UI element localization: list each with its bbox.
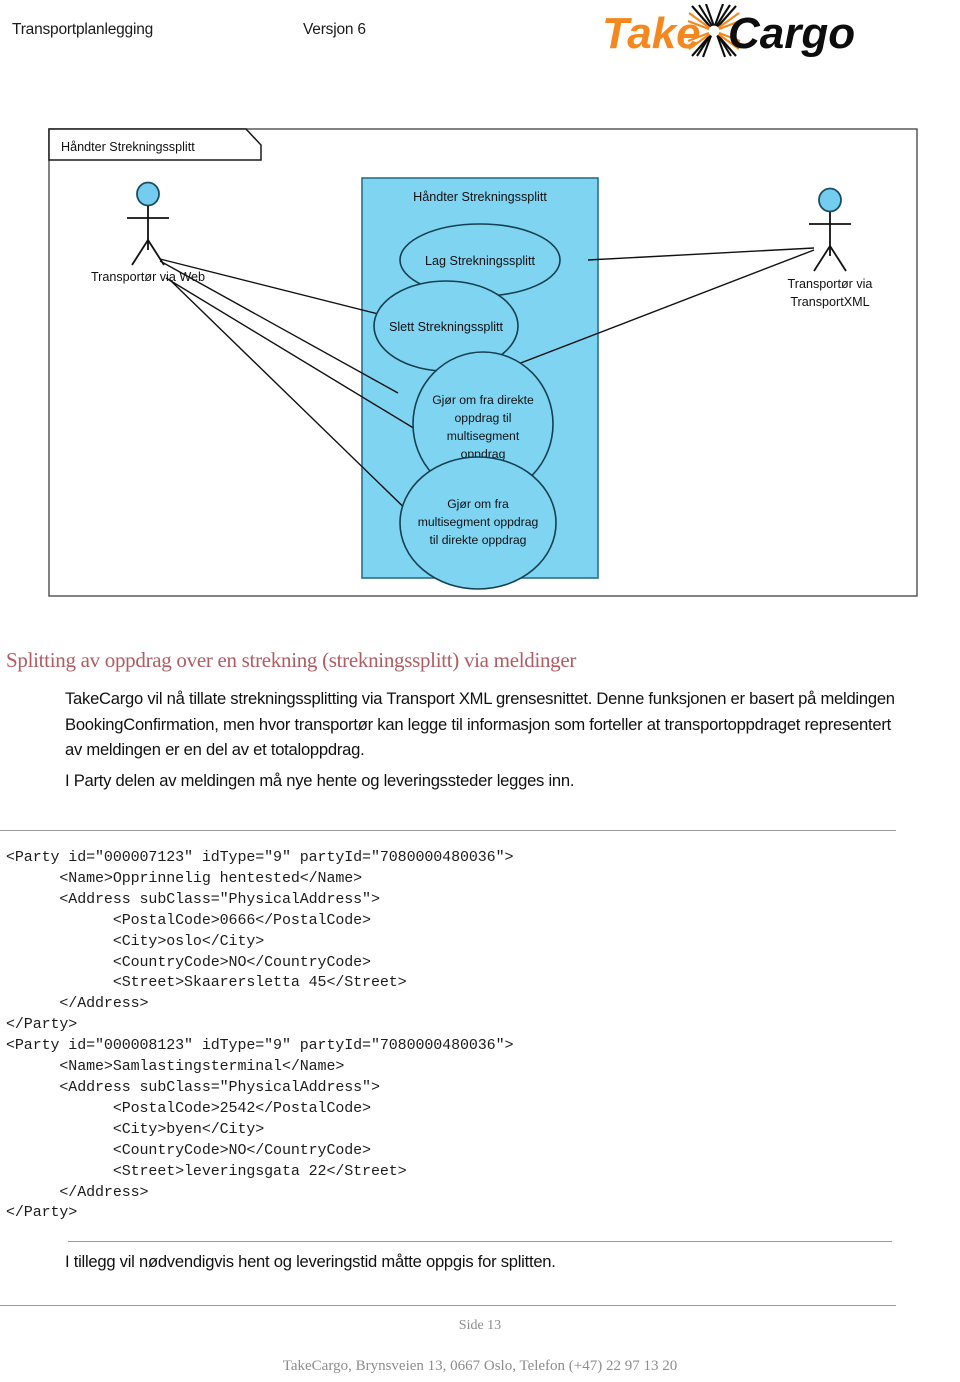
actor-xml-label-line2: TransportXML bbox=[790, 295, 869, 309]
svg-text:Gjør om fra direkte: Gjør om fra direkte bbox=[432, 393, 534, 407]
actor-xml-label-line1: Transportør via bbox=[788, 277, 873, 291]
section-heading: Splitting av oppdrag over en strekning (… bbox=[6, 648, 577, 672]
svg-text:oppdrag til: oppdrag til bbox=[455, 411, 512, 425]
logo-text-take: Take bbox=[602, 9, 701, 58]
paragraph-tillegg: I tillegg vil nødvendigvis hent og lever… bbox=[65, 1252, 556, 1271]
svg-text:Lag Strekningssplitt: Lag Strekningssplitt bbox=[425, 254, 535, 268]
xml-code-sample: <Party id="000007123" idType="9" partyId… bbox=[6, 849, 514, 1222]
svg-text:Gjør om fra: Gjør om fra bbox=[447, 497, 509, 511]
use-case-multisegment-til-direkte: Gjør om fra multisegment oppdrag til dir… bbox=[399, 456, 557, 590]
divider-above-code bbox=[0, 830, 896, 831]
svg-text:Slett Strekningssplitt: Slett Strekningssplitt bbox=[389, 320, 504, 334]
footer-page-number: Side 13 bbox=[458, 1318, 502, 1333]
actor-web-label: Transportør via Web bbox=[91, 270, 205, 284]
svg-text:multisegment oppdrag: multisegment oppdrag bbox=[418, 515, 539, 529]
takecargo-logo: Take Cargo bbox=[596, 4, 876, 60]
divider-below-code bbox=[68, 1241, 892, 1242]
package-label: Håndter Strekningssplitt bbox=[413, 190, 547, 204]
footer-address: TakeCargo, Brynsveien 13, 0667 Oslo, Tel… bbox=[282, 1358, 678, 1374]
diagram-frame-label: Håndter Strekningssplitt bbox=[61, 140, 195, 154]
svg-text:til direkte oppdrag: til direkte oppdrag bbox=[430, 533, 527, 547]
svg-text:multisegment: multisegment bbox=[447, 429, 520, 443]
page-header: Transportplanlegging Versjon 6 Take Carg… bbox=[0, 0, 960, 92]
paragraph-party: I Party delen av meldingen må nye hente … bbox=[65, 771, 575, 790]
paragraph-intro: TakeCargo vil nå tillate strekningssplit… bbox=[65, 689, 895, 759]
document-version: Versjon 6 bbox=[303, 21, 366, 38]
divider-above-footer bbox=[0, 1305, 896, 1306]
document-title: Transportplanlegging bbox=[12, 21, 154, 38]
logo-text-cargo: Cargo bbox=[728, 9, 855, 58]
uml-use-case-diagram: Håndter Strekningssplitt Håndter Strekni… bbox=[48, 128, 920, 598]
